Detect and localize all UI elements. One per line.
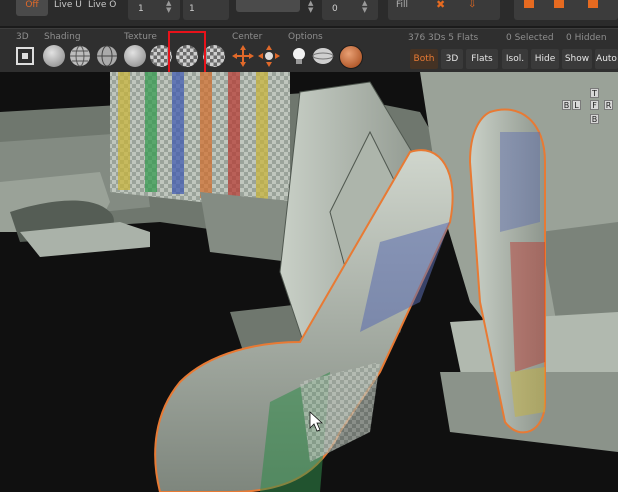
- spin-box-2[interactable]: 1: [183, 0, 229, 20]
- gizmo-front[interactable]: F: [590, 100, 599, 110]
- off-toggle[interactable]: Off: [16, 0, 48, 16]
- hidden-count-stat: 0 Hidden: [566, 33, 607, 43]
- isolate-button[interactable]: Isol.: [502, 49, 528, 69]
- gizmo-back[interactable]: B: [562, 100, 571, 110]
- grid-icon[interactable]: [524, 0, 534, 8]
- gizmo-left[interactable]: L: [572, 100, 581, 110]
- top-settings-strip: Off Live U Live O 1 ▲ ▼ 1 ▲ ▼ 0 ▲ ▼ Fill ✖ …: [0, 0, 618, 26]
- fill-label: Fill: [396, 0, 409, 10]
- shaded-sphere-icon[interactable]: [124, 45, 146, 67]
- wire-sphere-icon[interactable]: [69, 45, 91, 67]
- uv-checker-panel: [110, 72, 290, 212]
- frame-all-icon[interactable]: [14, 45, 36, 67]
- spin-value-3: 0: [332, 4, 338, 14]
- show-button[interactable]: Show: [562, 49, 592, 69]
- texture-sphere-icon[interactable]: [96, 45, 118, 67]
- 3d-button[interactable]: 3D: [441, 49, 463, 69]
- frame-icon[interactable]: [588, 0, 598, 8]
- section-center-label: Center: [232, 32, 263, 42]
- 3d-viewport[interactable]: T B L F R B: [0, 72, 618, 492]
- lock-icon[interactable]: [554, 0, 564, 8]
- hide-button[interactable]: Hide: [531, 49, 559, 69]
- section-3d-label: 3D: [16, 32, 29, 42]
- section-options-label: Options: [288, 32, 323, 42]
- checker-alt-sphere-icon[interactable]: [203, 45, 225, 67]
- center-move-icon[interactable]: [232, 45, 254, 67]
- slider-track[interactable]: [236, 0, 300, 12]
- gizmo-bottom[interactable]: B: [590, 114, 599, 124]
- center-pivot-icon[interactable]: [258, 45, 280, 67]
- spin-box-3[interactable]: 0 ▲ ▼: [322, 0, 378, 20]
- both-button[interactable]: Both: [410, 49, 438, 69]
- spin-arrows-icon[interactable]: ▲ ▼: [166, 0, 171, 14]
- fill-down-icon[interactable]: ⇩: [468, 0, 476, 10]
- scene-render: [0, 72, 618, 492]
- gizmo-top[interactable]: T: [590, 88, 599, 98]
- auto-button[interactable]: Auto: [595, 49, 618, 69]
- fill-clear-icon[interactable]: ✖: [436, 0, 445, 10]
- highlight-frame: [168, 31, 206, 75]
- light-bulb-icon[interactable]: [288, 45, 310, 67]
- selected-count-stat: 0 Selected: [506, 33, 554, 43]
- right-tool-group: [514, 0, 618, 20]
- section-texture-label: Texture: [124, 32, 157, 42]
- flats-button[interactable]: Flats: [466, 49, 498, 69]
- section-shading-label: Shading: [44, 32, 81, 42]
- spin-value-2: 1: [189, 4, 195, 14]
- app-window: Off Live U Live O 1 ▲ ▼ 1 ▲ ▼ 0 ▲ ▼ Fill ✖ …: [0, 0, 618, 492]
- ellipsoid-icon[interactable]: [312, 45, 334, 67]
- flat-sphere-icon[interactable]: [43, 45, 65, 67]
- orange-sphere-icon[interactable]: [339, 45, 363, 69]
- slider-arrows-icon[interactable]: ▲ ▼: [308, 0, 313, 14]
- live-o-toggle[interactable]: Live O: [88, 0, 116, 10]
- fill-group: Fill ✖ ⇩: [388, 0, 500, 20]
- gizmo-right[interactable]: R: [604, 100, 613, 110]
- object-count-stat: 376 3Ds 5 Flats: [408, 33, 479, 43]
- spin-arrows-3-icon[interactable]: ▲ ▼: [362, 0, 367, 14]
- live-u-toggle[interactable]: Live U: [54, 0, 82, 10]
- spin-box-1[interactable]: 1 ▲ ▼: [128, 0, 180, 20]
- spin-value-1: 1: [138, 4, 144, 14]
